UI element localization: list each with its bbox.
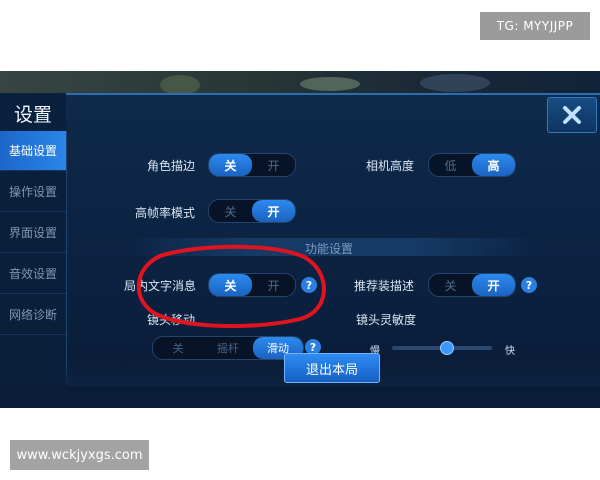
camera-height-toggle[interactable]: 低 高	[428, 153, 516, 177]
toggle-on-option[interactable]: 开	[472, 274, 515, 296]
close-x-icon	[563, 106, 581, 124]
camera-height-label: 相机高度	[366, 159, 415, 173]
high-fps-toggle[interactable]: 关 开	[208, 199, 296, 223]
settings-title: 设置	[0, 93, 66, 133]
game-settings-screenshot: 设置 基础设置 操作设置 界面设置 音效设置 网络诊断 角色描边 关 开 相机高…	[0, 71, 600, 408]
camera-move-option[interactable]: 摇杆	[203, 337, 253, 359]
role-outline-label: 角色描边	[147, 159, 196, 173]
camera-height-high-option[interactable]: 高	[472, 154, 515, 176]
recommend-desc-label: 推荐装描述	[354, 279, 415, 293]
terrain-blob	[160, 75, 200, 95]
camera-sensitivity-slider[interactable]	[392, 341, 492, 355]
role-outline-toggle[interactable]: 关 开	[208, 153, 296, 177]
slider-max-label: 快	[505, 346, 515, 357]
toggle-off-option[interactable]: 关	[429, 274, 472, 296]
settings-sidebar: 基础设置 操作设置 界面设置 音效设置 网络诊断	[0, 131, 67, 384]
camera-move-option[interactable]: 关	[153, 337, 203, 359]
help-icon[interactable]: ?	[301, 277, 317, 293]
sidebar-item-basic[interactable]: 基础设置	[0, 131, 66, 171]
ingame-text-label: 局内文字消息	[124, 279, 197, 293]
exit-match-button[interactable]: 退出本局	[284, 353, 380, 383]
sidebar-item-interface[interactable]: 界面设置	[0, 213, 66, 253]
toggle-on-option[interactable]: 开	[252, 274, 295, 296]
toggle-on-option[interactable]: 开	[252, 154, 295, 176]
ingame-text-toggle[interactable]: 关 开	[208, 273, 296, 297]
watermark-bottom: www.wckjyxgs.com	[10, 440, 149, 470]
help-icon[interactable]: ?	[521, 277, 537, 293]
camera-height-low-option[interactable]: 低	[429, 154, 472, 176]
terrain-blob	[420, 74, 490, 92]
high-fps-label: 高帧率模式	[135, 206, 196, 220]
sidebar-item-controls[interactable]: 操作设置	[0, 172, 66, 212]
section-title: 功能设置	[305, 242, 354, 256]
camera-sensitivity-label: 镜头灵敏度	[356, 313, 417, 327]
camera-move-label: 镜头移动	[147, 313, 196, 327]
terrain-blob	[300, 77, 360, 91]
toggle-off-option[interactable]: 关	[209, 274, 252, 296]
watermark-top: TG: MYYJJPP	[480, 12, 590, 40]
camera-move-selector[interactable]: 关 摇杆 滑动	[152, 336, 304, 360]
toggle-off-option[interactable]: 关	[209, 154, 252, 176]
sidebar-item-network[interactable]: 网络诊断	[0, 295, 66, 335]
toggle-on-option[interactable]: 开	[252, 200, 295, 222]
recommend-desc-toggle[interactable]: 关 开	[428, 273, 516, 297]
close-button[interactable]	[547, 97, 597, 133]
sidebar-item-audio[interactable]: 音效设置	[0, 254, 66, 294]
toggle-off-option[interactable]: 关	[209, 200, 252, 222]
